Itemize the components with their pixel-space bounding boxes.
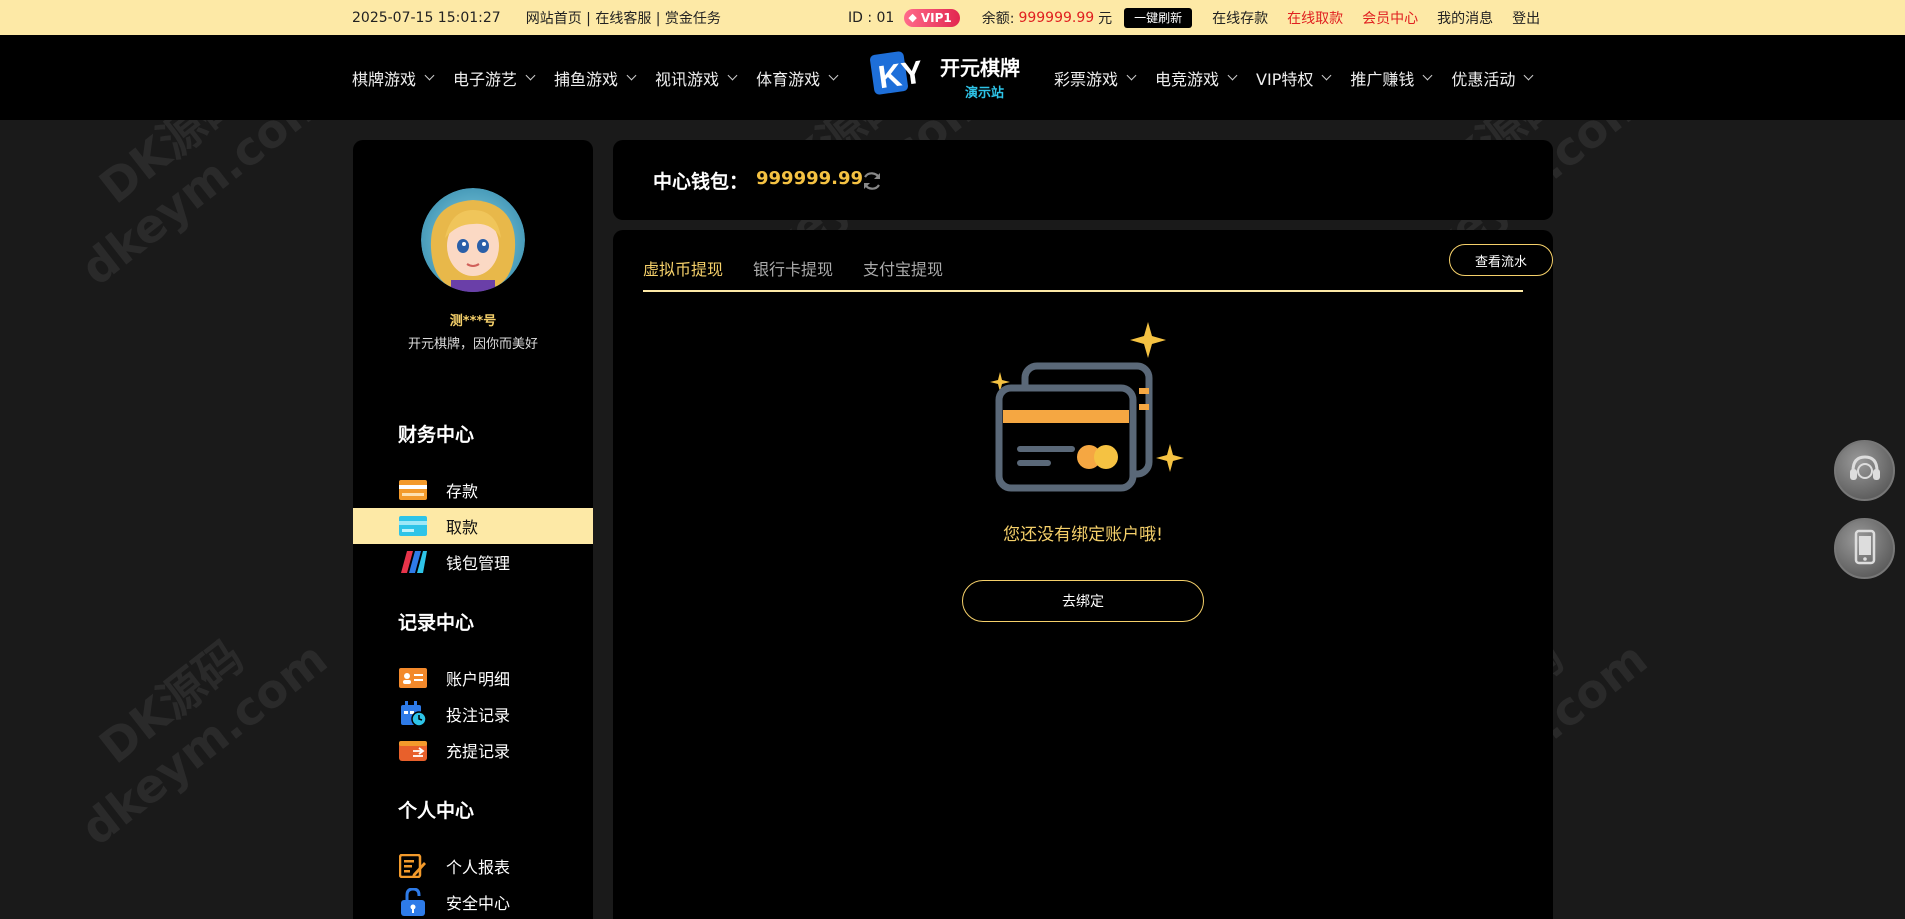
deposit-card-icon bbox=[398, 478, 428, 502]
sidebar-item-transfer-records[interactable]: 充提记录 bbox=[353, 732, 593, 768]
nav-lottery-games[interactable]: 彩票游戏 bbox=[1054, 66, 1137, 90]
chevron-down-icon bbox=[828, 70, 839, 81]
nav-chess-games[interactable]: 棋牌游戏 bbox=[352, 66, 435, 90]
sidebar-item-label: 存款 bbox=[446, 482, 479, 501]
sidebar-item-deposit[interactable]: 存款 bbox=[353, 472, 593, 508]
user-id: ID : 01 bbox=[848, 9, 895, 26]
current-datetime: 2025-07-15 15:01:27 bbox=[352, 9, 501, 26]
chevron-down-icon bbox=[1126, 70, 1137, 81]
sidebar-item-withdraw[interactable]: 取款 bbox=[353, 508, 593, 544]
top-nav-logout[interactable]: 登出 bbox=[1512, 8, 1540, 28]
nav-referral-earn[interactable]: 推广赚钱 bbox=[1350, 66, 1433, 90]
customer-service-button[interactable] bbox=[1834, 440, 1895, 501]
chevron-down-icon bbox=[1227, 70, 1238, 81]
svg-text:演示站: 演示站 bbox=[965, 85, 1004, 101]
top-bar: 2025-07-15 15:01:27 网站首页 | 在线客服 | 赏金任务 I… bbox=[0, 0, 1905, 35]
wallet-icon bbox=[398, 550, 428, 574]
diamond-icon: ◆ bbox=[908, 11, 917, 24]
sidebar-item-security-center[interactable]: 安全中心 bbox=[353, 884, 593, 919]
chevron-down-icon bbox=[1523, 70, 1534, 81]
one-click-refresh-button[interactable]: 一键刷新 bbox=[1124, 7, 1193, 28]
view-flow-button[interactable]: 查看流水 bbox=[1449, 244, 1553, 276]
sidebar-item-label: 安全中心 bbox=[446, 894, 511, 913]
no-card-illustration bbox=[973, 310, 1193, 500]
report-edit-icon bbox=[398, 854, 428, 878]
calendar-clock-icon bbox=[398, 701, 428, 727]
chevron-down-icon bbox=[727, 70, 738, 81]
mobile-app-button[interactable] bbox=[1834, 518, 1895, 579]
lock-icon bbox=[398, 888, 428, 916]
go-bind-button[interactable]: 去绑定 bbox=[962, 580, 1204, 622]
chevron-down-icon bbox=[1422, 70, 1433, 81]
wallet-transfer-icon bbox=[398, 738, 428, 762]
center-wallet-value: 999999.99 bbox=[756, 168, 864, 189]
sidebar-item-label: 账户明细 bbox=[446, 670, 511, 689]
balance-unit: 元 bbox=[1098, 10, 1113, 27]
sidebar-item-bet-records[interactable]: 投注记录 bbox=[353, 696, 593, 732]
nav-vip-privileges[interactable]: VIP特权 bbox=[1256, 66, 1332, 90]
top-bar-right: ID : 01 ◆ VIP1 余额: 999999.99 元 一键刷新 在线存款 … bbox=[848, 0, 1540, 35]
withdraw-card-icon bbox=[398, 514, 428, 538]
tab-alipay-withdraw[interactable]: 支付宝提现 bbox=[863, 256, 943, 280]
withdraw-panel: 虚拟币提现 银行卡提现 支付宝提现 查看流水 您还没有绑定账户哦! 去绑定 bbox=[613, 230, 1553, 919]
sidebar-item-label: 投注记录 bbox=[446, 706, 511, 725]
chevron-down-icon bbox=[525, 70, 536, 81]
section-title-finance: 财务中心 bbox=[398, 424, 475, 446]
main-nav: 棋牌游戏 电子游艺 捕鱼游戏 视讯游戏 体育游戏 KY 开元棋牌 演示站 彩票游… bbox=[0, 35, 1905, 120]
watermark: DK源码dkeym.com bbox=[70, 629, 337, 856]
svg-text:KY: KY bbox=[876, 53, 925, 95]
top-nav: 在线存款 在线取款 会员中心 我的消息 登出 bbox=[1212, 8, 1540, 28]
chevron-down-icon bbox=[424, 70, 435, 81]
sidebar-item-wallet-management[interactable]: 钱包管理 bbox=[353, 544, 593, 580]
center-wallet-label: 中心钱包： bbox=[653, 171, 749, 193]
sidebar-item-label: 钱包管理 bbox=[446, 554, 511, 573]
sidebar-item-label: 个人报表 bbox=[446, 858, 511, 877]
id-card-icon bbox=[398, 666, 428, 690]
withdraw-tabs: 虚拟币提现 银行卡提现 支付宝提现 查看流水 bbox=[643, 230, 1553, 292]
top-nav-withdraw[interactable]: 在线取款 bbox=[1287, 8, 1343, 28]
sidebar-item-personal-report[interactable]: 个人报表 bbox=[353, 848, 593, 884]
center-wallet-card: 中心钱包： 999999.99 bbox=[613, 140, 1553, 220]
sidebar-item-account-details[interactable]: 账户明细 bbox=[353, 660, 593, 696]
nav-esports-games[interactable]: 电竞游戏 bbox=[1155, 66, 1238, 90]
sidebar-item-label: 充提记录 bbox=[446, 742, 511, 761]
svg-text:开元棋牌: 开元棋牌 bbox=[940, 56, 1020, 80]
balance-value: 999999.99 bbox=[1018, 9, 1095, 26]
balance-label: 余额: bbox=[981, 10, 1015, 27]
avatar[interactable] bbox=[421, 188, 525, 292]
tab-crypto-withdraw[interactable]: 虚拟币提现 bbox=[643, 256, 723, 280]
nav-promotions[interactable]: 优惠活动 bbox=[1451, 66, 1534, 90]
mobile-phone-icon bbox=[1850, 529, 1880, 569]
site-logo[interactable]: KY 开元棋牌 演示站 bbox=[870, 45, 1040, 107]
section-title-personal: 个人中心 bbox=[398, 800, 475, 822]
top-links[interactable]: 网站首页 | 在线客服 | 赏金任务 bbox=[526, 8, 721, 28]
tab-bank-card-withdraw[interactable]: 银行卡提现 bbox=[753, 256, 833, 280]
nav-electronic-games[interactable]: 电子游艺 bbox=[453, 66, 536, 90]
username: 测***号 bbox=[449, 314, 497, 329]
no-bound-account-message: 您还没有绑定账户哦! bbox=[1003, 525, 1163, 545]
chevron-down-icon bbox=[626, 70, 637, 81]
refresh-icon[interactable] bbox=[860, 169, 884, 193]
vip-badge: ◆ VIP1 bbox=[904, 8, 960, 27]
sidebar-item-label: 取款 bbox=[446, 518, 479, 537]
nav-sports-games[interactable]: 体育游戏 bbox=[756, 66, 839, 90]
section-title-records: 记录中心 bbox=[398, 612, 475, 634]
user-slogan: 开元棋牌，因你而美好 bbox=[407, 337, 538, 352]
top-nav-deposit[interactable]: 在线存款 bbox=[1212, 8, 1268, 28]
account-sidebar: 测***号 开元棋牌，因你而美好 财务中心 存款 取款 钱包管理 记录中心 账户… bbox=[353, 140, 593, 919]
nav-fishing-games[interactable]: 捕鱼游戏 bbox=[554, 66, 637, 90]
nav-live-games[interactable]: 视讯游戏 bbox=[655, 66, 738, 90]
headset-icon bbox=[1847, 451, 1883, 491]
top-nav-member-center[interactable]: 会员中心 bbox=[1362, 8, 1418, 28]
top-nav-messages[interactable]: 我的消息 bbox=[1437, 8, 1493, 28]
chevron-down-icon bbox=[1321, 70, 1332, 81]
